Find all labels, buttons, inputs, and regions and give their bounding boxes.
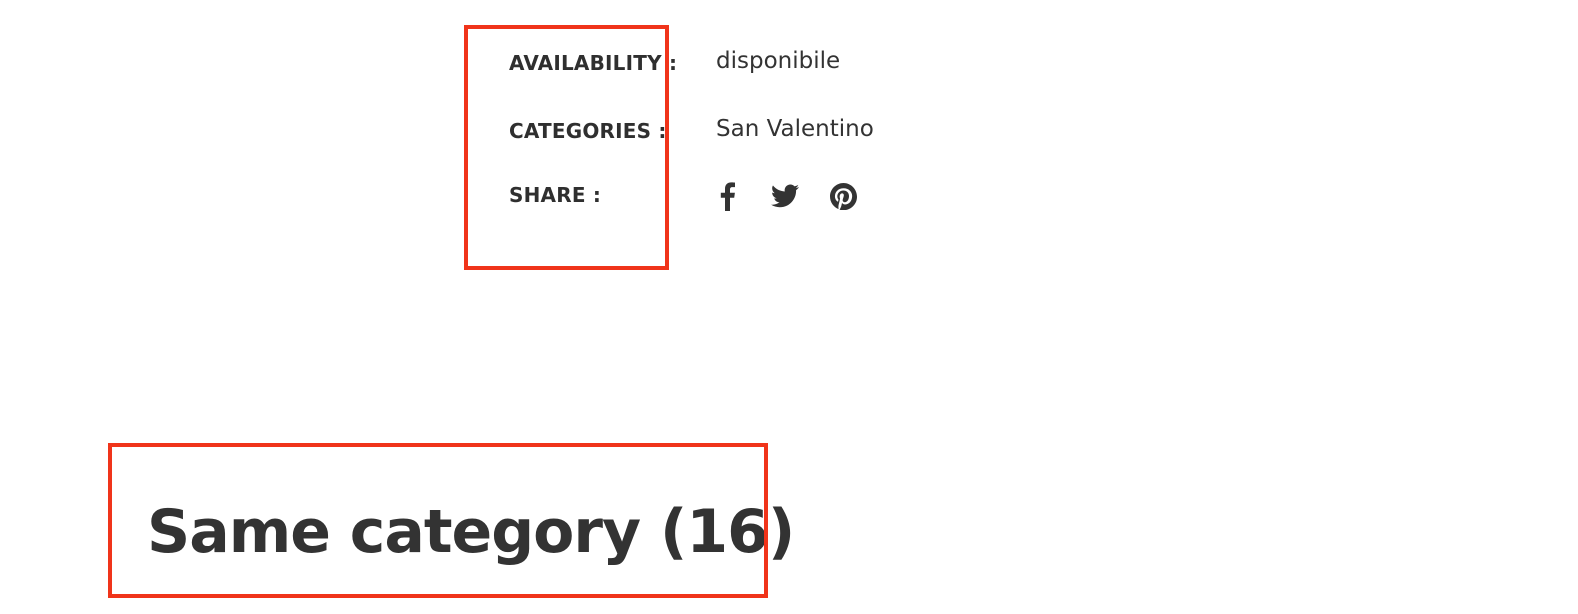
share-label: SHARE : [509, 183, 602, 207]
categories-row: CATEGORIES : San Valentino [0, 114, 1578, 154]
twitter-icon[interactable] [768, 179, 802, 213]
availability-value: disponibile [716, 48, 841, 74]
category-link[interactable]: San Valentino [716, 116, 874, 142]
product-page: AVAILABILITY : disponibile CATEGORIES : … [0, 0, 1578, 614]
facebook-icon[interactable] [710, 179, 744, 213]
availability-label: AVAILABILITY : [509, 51, 678, 75]
share-icons [710, 178, 884, 214]
share-row: SHARE : [0, 178, 1578, 218]
availability-row: AVAILABILITY : disponibile [0, 48, 1578, 88]
categories-label: CATEGORIES : [509, 119, 667, 143]
category-link-wrapper: San Valentino [716, 116, 874, 142]
pinterest-icon[interactable] [826, 179, 860, 213]
section-title: Same category (16) [147, 497, 795, 567]
